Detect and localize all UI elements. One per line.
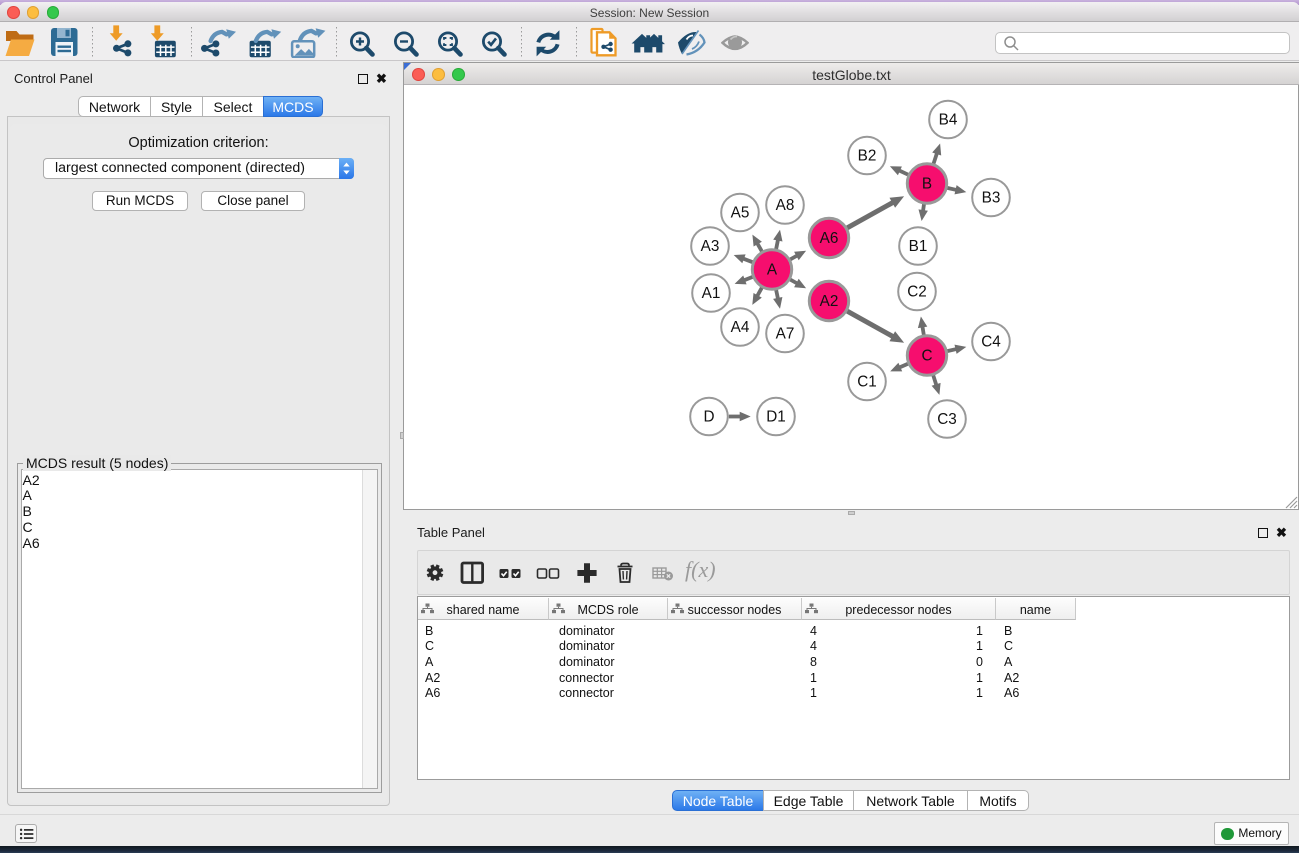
- svg-text:B1: B1: [909, 238, 928, 255]
- svg-text:A: A: [767, 262, 778, 279]
- svg-text:A1: A1: [702, 285, 721, 302]
- svg-text:A6: A6: [820, 230, 839, 247]
- svg-text:C2: C2: [907, 284, 927, 301]
- svg-text:D1: D1: [766, 409, 786, 426]
- svg-text:C3: C3: [937, 411, 957, 428]
- svg-text:A8: A8: [776, 197, 795, 214]
- svg-text:A2: A2: [820, 293, 839, 310]
- svg-text:B3: B3: [982, 190, 1001, 207]
- svg-text:B: B: [922, 176, 932, 193]
- svg-text:B2: B2: [858, 148, 877, 165]
- svg-text:A3: A3: [701, 238, 720, 255]
- svg-text:A7: A7: [776, 326, 795, 343]
- svg-text:D: D: [703, 409, 714, 426]
- svg-text:A4: A4: [731, 319, 750, 336]
- svg-text:B4: B4: [939, 112, 958, 129]
- svg-text:C1: C1: [857, 374, 877, 391]
- svg-text:C: C: [921, 348, 932, 365]
- svg-text:A5: A5: [731, 205, 750, 222]
- svg-text:C4: C4: [981, 334, 1001, 351]
